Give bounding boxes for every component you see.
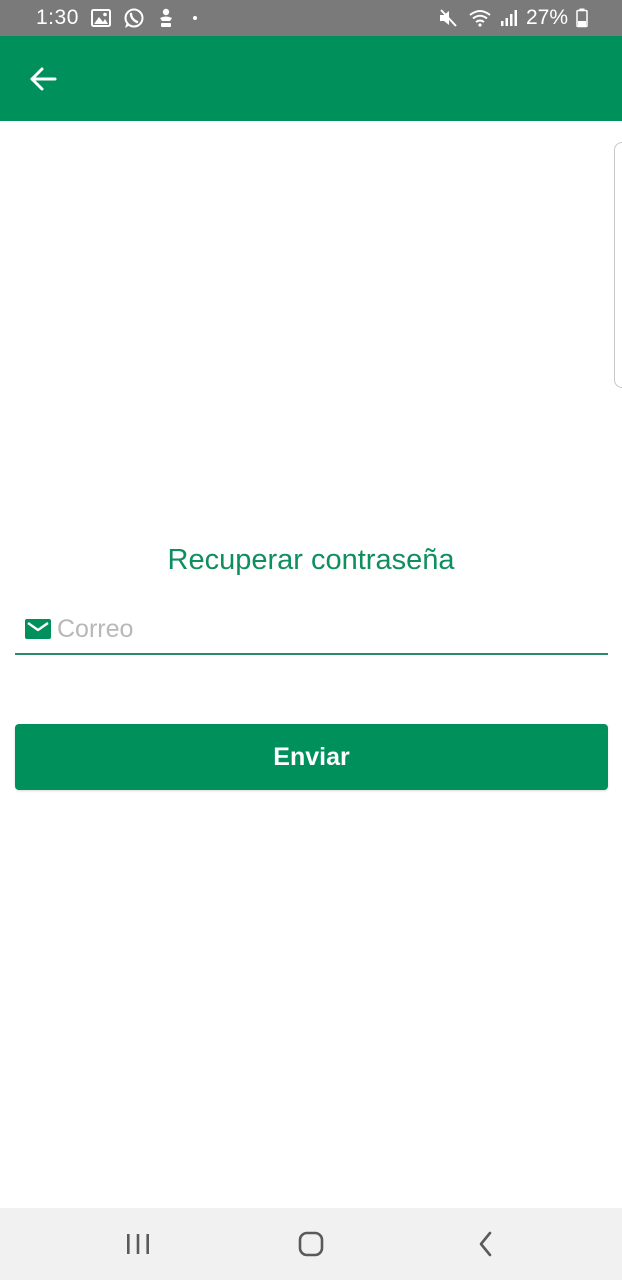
navigation-bar [0, 1208, 622, 1280]
email-field[interactable] [15, 605, 608, 655]
screen: 1:30 27% Recuperar contraseña Correo Env… [0, 0, 622, 1280]
back-button[interactable] [22, 58, 64, 100]
back-icon [479, 1231, 492, 1257]
send-button[interactable]: Enviar [15, 724, 608, 790]
recents-icon [127, 1234, 149, 1254]
gallery-icon [90, 9, 111, 27]
page-title: Recuperar contraseña [167, 544, 455, 576]
home-icon [298, 1231, 324, 1257]
whatsapp-icon [123, 7, 145, 29]
status-bar: 1:30 27% [0, 0, 622, 36]
arrow-back-icon [30, 67, 57, 91]
system-back-button[interactable] [466, 1224, 506, 1264]
app-bar [0, 36, 622, 121]
mail-icon [23, 618, 53, 640]
wifi-icon [468, 8, 492, 28]
battery-percentage: 27% [525, 6, 568, 29]
battery-icon [576, 8, 588, 28]
status-right: 27% [438, 6, 588, 30]
home-button[interactable] [291, 1224, 331, 1264]
edge-panel-handle[interactable] [614, 142, 622, 388]
status-left: 1:30 [36, 6, 197, 30]
signal-icon [500, 9, 518, 27]
email-input[interactable] [57, 609, 577, 649]
notification-icon [157, 7, 175, 29]
recents-button[interactable] [118, 1224, 158, 1264]
dot-icon [192, 16, 197, 20]
mute-icon [438, 8, 460, 28]
status-time: 1:30 [36, 6, 79, 29]
